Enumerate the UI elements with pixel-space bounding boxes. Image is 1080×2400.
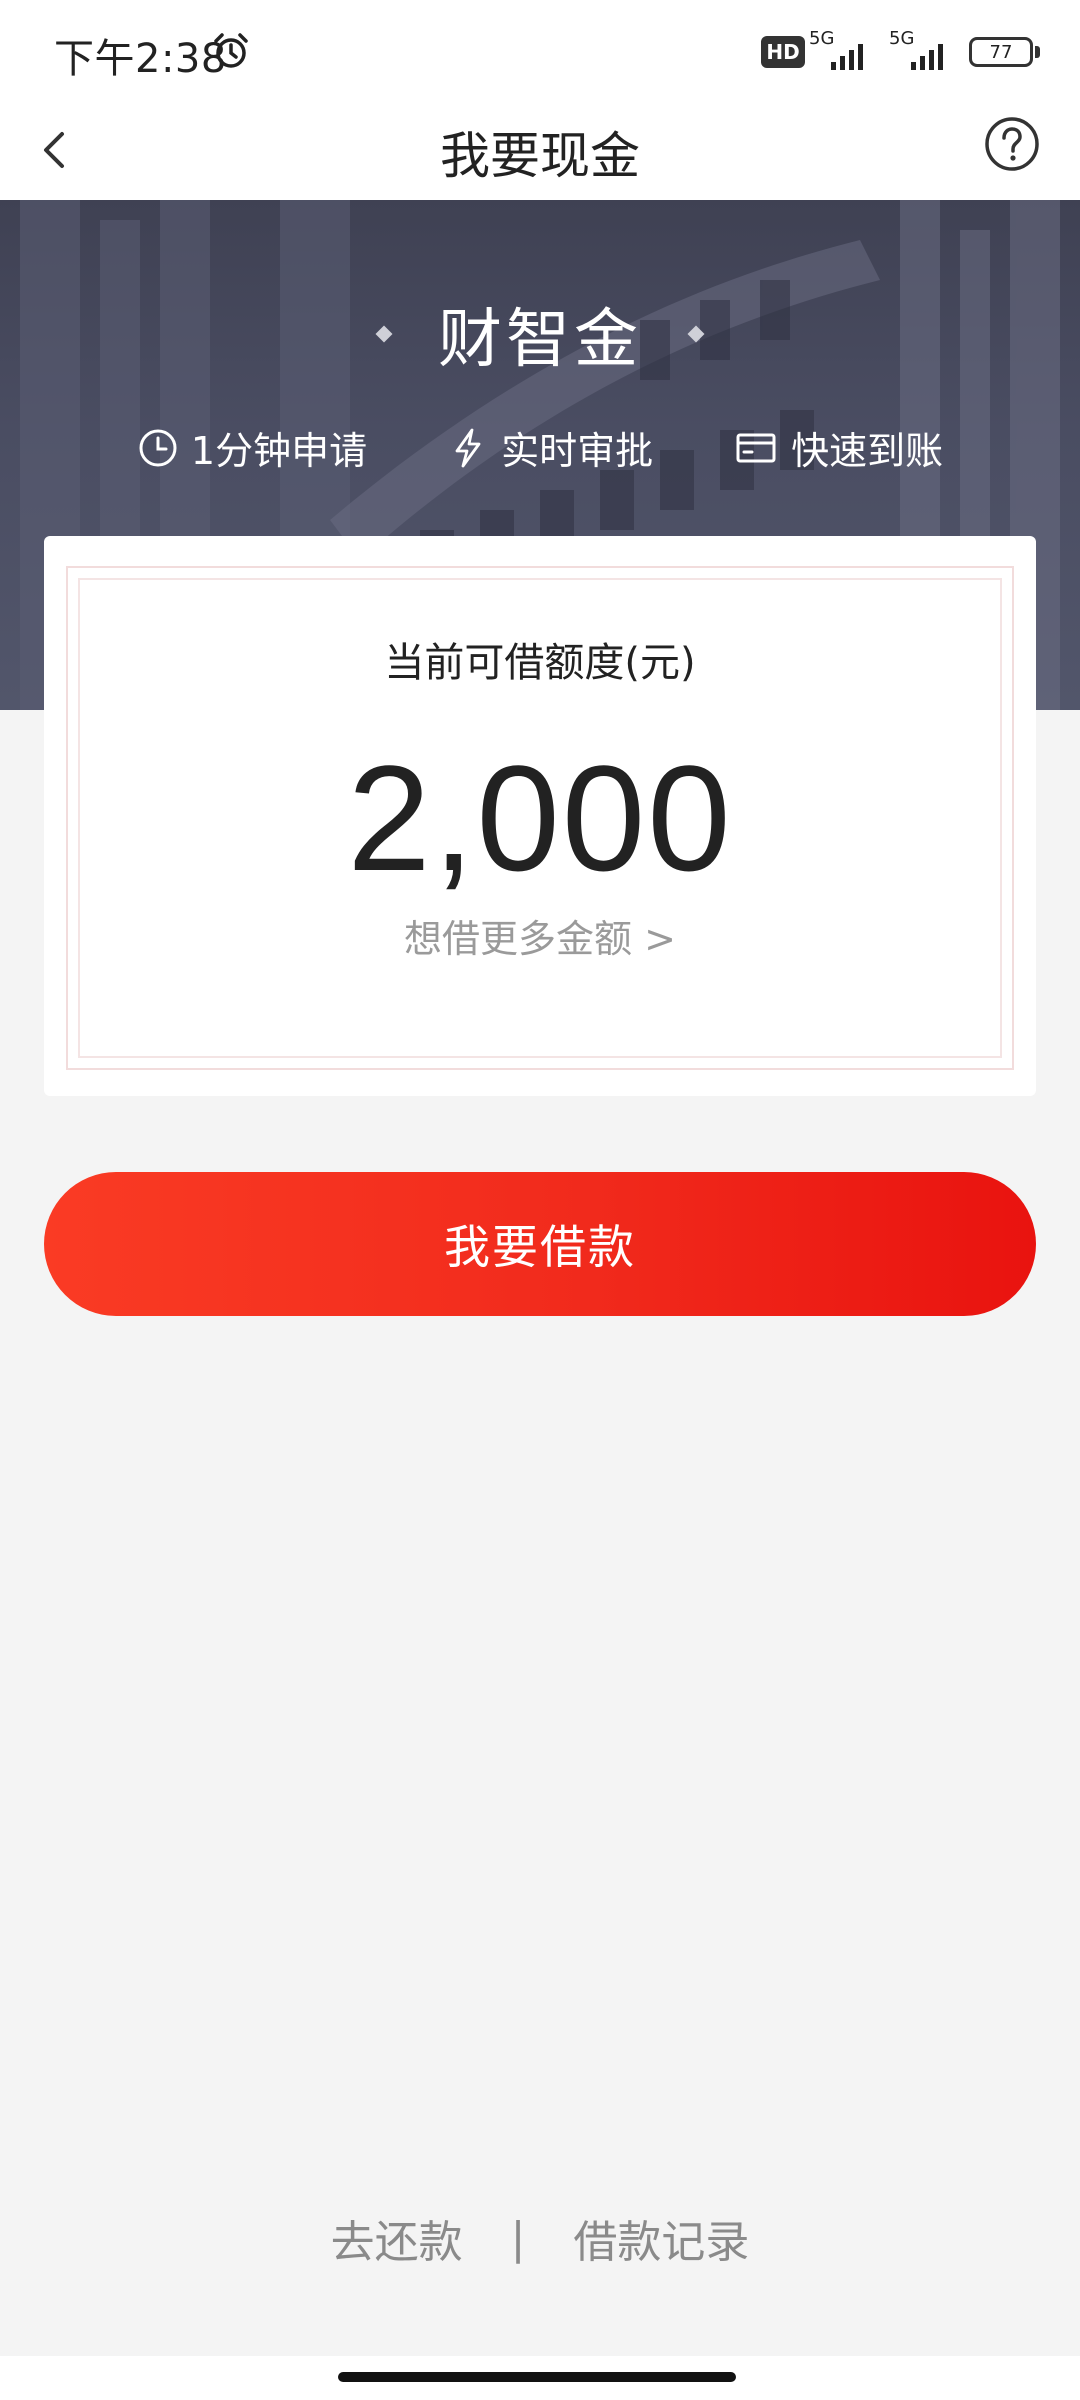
feature-label: 实时审批 [501, 429, 654, 473]
hd-badge: HD [761, 36, 805, 68]
lightning-icon [455, 428, 481, 467]
hero-title-row: 财智金 [0, 288, 1080, 380]
status-bar: 下午2:38 HD 5G 5G 77 [0, 0, 1080, 100]
borrow-button[interactable]: 我要借款 [44, 1172, 1036, 1316]
battery-icon: 77 [969, 37, 1033, 67]
alarm-clock-icon [214, 33, 248, 68]
credit-limit-amount: 2,000 [347, 734, 733, 902]
borrow-more-link[interactable]: 想借更多金额 > [44, 908, 1036, 963]
product-title: 财智金 [438, 303, 642, 377]
footer-divider: | [510, 2212, 526, 2264]
feature-item: 实时审批 [447, 420, 653, 475]
signal-group-2: 5G [889, 28, 955, 74]
credit-limit-label: 当前可借额度(元) [384, 640, 696, 686]
feature-item: 1分钟申请 [137, 420, 367, 475]
clock-icon [139, 429, 177, 466]
feature-list: 1分钟申请 实时审批 快速到账 [0, 420, 1080, 475]
diamond-ornament-icon [375, 325, 393, 343]
signal-bars-icon [911, 44, 943, 70]
battery-tip [1035, 46, 1040, 58]
page-title: 我要现金 [440, 127, 640, 185]
status-indicators: HD 5G 5G 77 [761, 28, 1040, 74]
repay-link[interactable]: 去还款 [331, 2206, 463, 2270]
footer-links: 去还款 | 借款记录 [0, 2206, 1080, 2270]
help-button[interactable] [982, 114, 1042, 174]
card-icon [736, 433, 776, 462]
diamond-ornament-icon [687, 325, 705, 343]
feature-label: 1分钟申请 [190, 429, 368, 473]
nav-bar: 我要现金 [0, 100, 1080, 200]
signal-bars-icon [831, 44, 863, 70]
feature-item: 快速到账 [733, 420, 943, 475]
battery-level: 77 [989, 41, 1013, 63]
signal-group-1: 5G [809, 28, 875, 74]
home-indicator[interactable] [338, 2372, 736, 2382]
loan-records-link[interactable]: 借款记录 [573, 2206, 749, 2270]
feature-label: 快速到账 [791, 429, 944, 473]
credit-limit-card: 当前可借额度(元) 2,000 想借更多金额 > [44, 536, 1036, 1096]
status-time: 下午2:38 [54, 36, 227, 82]
